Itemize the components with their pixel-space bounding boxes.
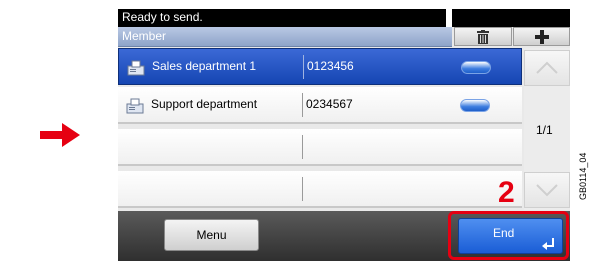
column-divider — [303, 55, 304, 79]
fax-icon — [127, 60, 145, 76]
detail-button[interactable] — [460, 99, 490, 112]
list-item[interactable] — [118, 129, 522, 166]
chevron-down-icon — [536, 184, 558, 197]
chevron-up-icon — [536, 61, 558, 74]
list-item[interactable] — [118, 171, 522, 208]
trash-icon — [477, 29, 489, 44]
column-divider — [302, 177, 303, 201]
figure-code: GB0114_04 — [578, 152, 588, 200]
pointer-arrow — [40, 123, 80, 147]
column-divider — [302, 93, 303, 117]
header-title: Member — [122, 29, 167, 43]
add-button[interactable] — [513, 27, 570, 46]
fax-icon — [126, 98, 144, 114]
detail-button[interactable] — [461, 61, 491, 74]
menu-button[interactable]: Menu — [164, 219, 259, 251]
member-number: 0123456 — [307, 59, 354, 73]
scroll-up-button[interactable] — [524, 50, 570, 86]
member-name: Sales department 1 — [152, 59, 257, 73]
plus-icon — [534, 29, 549, 44]
highlight-frame — [448, 211, 569, 260]
column-divider — [302, 135, 303, 159]
list-item[interactable]: Support department 0234567 — [118, 87, 522, 124]
member-header — [118, 27, 452, 47]
member-number: 0234567 — [306, 97, 353, 111]
status-message: Ready to send. — [122, 10, 203, 24]
member-name: Support department — [151, 97, 258, 111]
page-indicator: 1/1 — [536, 123, 553, 137]
status-separator — [446, 9, 452, 27]
clock: 10:10 — [530, 10, 561, 24]
delete-button[interactable] — [454, 27, 512, 46]
step-number: 2 — [498, 176, 515, 209]
scroll-down-button[interactable] — [524, 172, 570, 208]
list-item[interactable]: Sales department 1 0123456 — [118, 48, 522, 85]
